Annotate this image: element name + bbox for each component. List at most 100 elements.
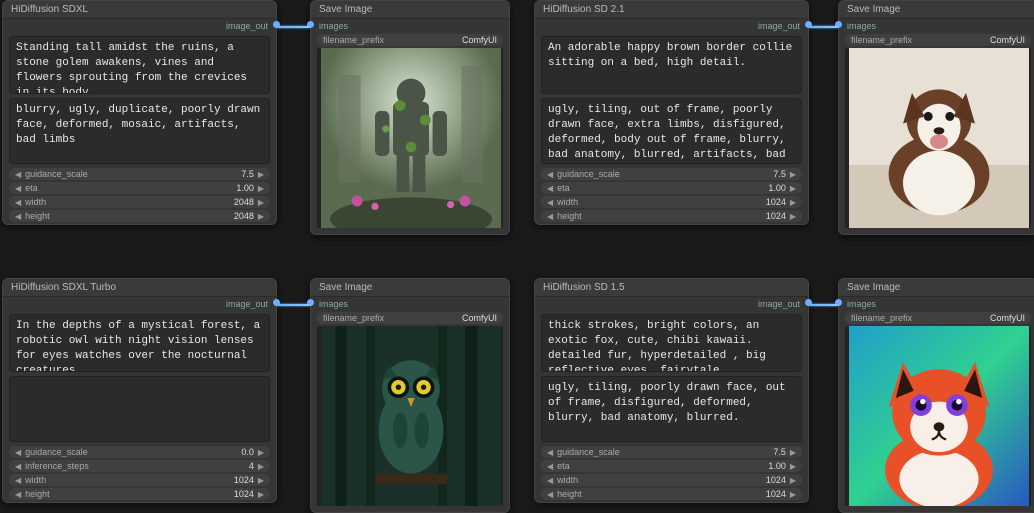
param-eta[interactable]: ◀eta1.00▶ xyxy=(541,182,802,194)
filename-prefix-input[interactable]: filename_prefixComfyUI xyxy=(845,34,1031,46)
param-guidance-scale[interactable]: ◀guidance_scale7.5▶ xyxy=(541,168,802,180)
param-height[interactable]: ◀height2048▶ xyxy=(9,210,270,222)
param-guidance-scale[interactable]: ◀guidance_scale7.5▶ xyxy=(9,168,270,180)
chevron-right-icon[interactable]: ▶ xyxy=(256,212,266,221)
param-value[interactable]: 1024 xyxy=(766,211,788,221)
chevron-right-icon[interactable]: ▶ xyxy=(256,490,266,499)
negative-prompt-input[interactable]: ugly, tiling, poorly drawn face, out of … xyxy=(541,376,802,442)
chevron-left-icon[interactable]: ◀ xyxy=(13,462,23,471)
chevron-left-icon[interactable]: ◀ xyxy=(545,448,555,457)
input-port[interactable]: images xyxy=(311,297,509,310)
filename-prefix-input[interactable]: filename_prefixComfyUI xyxy=(317,312,503,324)
chevron-left-icon[interactable]: ◀ xyxy=(13,170,23,179)
negative-prompt-input[interactable]: blurry, ugly, duplicate, poorly drawn fa… xyxy=(9,98,270,164)
param-eta[interactable]: ◀eta1.00▶ xyxy=(9,182,270,194)
node-title: HiDiffusion SD 2.1 xyxy=(535,1,808,19)
hidiffusion-node[interactable]: HiDiffusion SDXL Turboimage_outIn the de… xyxy=(2,278,277,503)
chevron-left-icon[interactable]: ◀ xyxy=(545,476,555,485)
hidiffusion-node[interactable]: HiDiffusion SD 2.1image_out An adorable h… xyxy=(534,0,809,225)
param-height[interactable]: ◀height1024▶ xyxy=(541,210,802,222)
chevron-left-icon[interactable]: ◀ xyxy=(13,198,23,207)
param-value[interactable]: 1.00 xyxy=(768,461,788,471)
chevron-right-icon[interactable]: ▶ xyxy=(256,198,266,207)
param-value[interactable]: ComfyUI xyxy=(990,35,1027,45)
param-eta[interactable]: ◀eta1.00▶ xyxy=(541,460,802,472)
chevron-left-icon[interactable]: ◀ xyxy=(13,490,23,499)
chevron-right-icon[interactable]: ▶ xyxy=(788,198,798,207)
param-label: height xyxy=(23,211,234,221)
param-inference-steps[interactable]: ◀inference_steps4▶ xyxy=(9,460,270,472)
negative-prompt-input[interactable]: ugly, tiling, out of frame, poorly drawn… xyxy=(541,98,802,164)
filename-prefix-input[interactable]: filename_prefixComfyUI xyxy=(317,34,503,46)
hidiffusion-node[interactable]: HiDiffusion SD 1.5image_outthick strokes… xyxy=(534,278,809,503)
param-value[interactable]: 7.5 xyxy=(773,169,788,179)
save-image-node[interactable]: Save Imageimagesfilename_prefixComfyUI xyxy=(310,278,510,513)
chevron-right-icon[interactable]: ▶ xyxy=(788,462,798,471)
param-guidance-scale[interactable]: ◀guidance_scale0.0▶ xyxy=(9,446,270,458)
chevron-left-icon[interactable]: ◀ xyxy=(13,476,23,485)
chevron-right-icon[interactable]: ▶ xyxy=(256,462,266,471)
save-image-node[interactable]: Save Imageimagesfilename_prefixComfyUI xyxy=(838,278,1034,513)
output-port[interactable]: image_out xyxy=(535,19,808,32)
positive-prompt-input[interactable]: Standing tall amidst the ruins, a stone … xyxy=(9,36,270,94)
input-port[interactable]: images xyxy=(839,19,1034,32)
chevron-right-icon[interactable]: ▶ xyxy=(256,448,266,457)
param-value[interactable]: 1024 xyxy=(766,489,788,499)
chevron-right-icon[interactable]: ▶ xyxy=(788,490,798,499)
chevron-left-icon[interactable]: ◀ xyxy=(13,448,23,457)
chevron-left-icon[interactable]: ◀ xyxy=(13,212,23,221)
positive-prompt-input[interactable]: In the depths of a mystical forest, a ro… xyxy=(9,314,270,372)
chevron-left-icon[interactable]: ◀ xyxy=(545,198,555,207)
chevron-right-icon[interactable]: ▶ xyxy=(788,476,798,485)
param-width[interactable]: ◀width1024▶ xyxy=(541,474,802,486)
param-value[interactable]: 2048 xyxy=(234,197,256,207)
chevron-right-icon[interactable]: ▶ xyxy=(788,170,798,179)
param-width[interactable]: ◀width1024▶ xyxy=(541,196,802,208)
chevron-right-icon[interactable]: ▶ xyxy=(788,184,798,193)
chevron-left-icon[interactable]: ◀ xyxy=(545,184,555,193)
output-port[interactable]: image_out xyxy=(535,297,808,310)
param-value[interactable]: 4 xyxy=(249,461,256,471)
param-width[interactable]: ◀width1024▶ xyxy=(9,474,270,486)
param-value[interactable]: 1.00 xyxy=(768,183,788,193)
param-value[interactable]: ComfyUI xyxy=(990,313,1027,323)
param-value[interactable]: 2048 xyxy=(234,211,256,221)
param-value[interactable]: 1024 xyxy=(766,197,788,207)
chevron-right-icon[interactable]: ▶ xyxy=(788,448,798,457)
param-value[interactable]: ComfyUI xyxy=(462,35,499,45)
param-value[interactable]: 1024 xyxy=(234,475,256,485)
param-guidance-scale[interactable]: ◀guidance_scale7.5▶ xyxy=(541,446,802,458)
chevron-left-icon[interactable]: ◀ xyxy=(545,462,555,471)
port-label: images xyxy=(319,21,348,31)
positive-prompt-input[interactable]: thick strokes, bright colors, an exotic … xyxy=(541,314,802,372)
save-image-node[interactable]: Save Imageimagesfilename_prefixComfyUI xyxy=(838,0,1034,235)
output-port[interactable]: image_out xyxy=(3,19,276,32)
input-port[interactable]: images xyxy=(311,19,509,32)
chevron-right-icon[interactable]: ▶ xyxy=(256,170,266,179)
param-label: width xyxy=(23,197,234,207)
chevron-right-icon[interactable]: ▶ xyxy=(256,476,266,485)
param-value[interactable]: 1024 xyxy=(766,475,788,485)
param-value[interactable]: 0.0 xyxy=(241,447,256,457)
chevron-right-icon[interactable]: ▶ xyxy=(788,212,798,221)
chevron-left-icon[interactable]: ◀ xyxy=(545,212,555,221)
param-height[interactable]: ◀height1024▶ xyxy=(541,488,802,500)
param-height[interactable]: ◀height1024▶ xyxy=(9,488,270,500)
param-value[interactable]: 1.00 xyxy=(236,183,256,193)
param-value[interactable]: 1024 xyxy=(234,489,256,499)
hidiffusion-node[interactable]: HiDiffusion SDXLimage_outStanding tall a… xyxy=(2,0,277,225)
param-value[interactable]: ComfyUI xyxy=(462,313,499,323)
chevron-left-icon[interactable]: ◀ xyxy=(545,170,555,179)
negative-prompt-input[interactable] xyxy=(9,376,270,442)
positive-prompt-input[interactable]: An adorable happy brown border collie si… xyxy=(541,36,802,94)
input-port[interactable]: images xyxy=(839,297,1034,310)
chevron-left-icon[interactable]: ◀ xyxy=(545,490,555,499)
save-image-node[interactable]: Save Imageimagesfilename_prefixComfyUI xyxy=(310,0,510,235)
output-port[interactable]: image_out xyxy=(3,297,276,310)
chevron-left-icon[interactable]: ◀ xyxy=(13,184,23,193)
param-width[interactable]: ◀width2048▶ xyxy=(9,196,270,208)
param-value[interactable]: 7.5 xyxy=(241,169,256,179)
param-value[interactable]: 7.5 xyxy=(773,447,788,457)
filename-prefix-input[interactable]: filename_prefixComfyUI xyxy=(845,312,1031,324)
chevron-right-icon[interactable]: ▶ xyxy=(256,184,266,193)
